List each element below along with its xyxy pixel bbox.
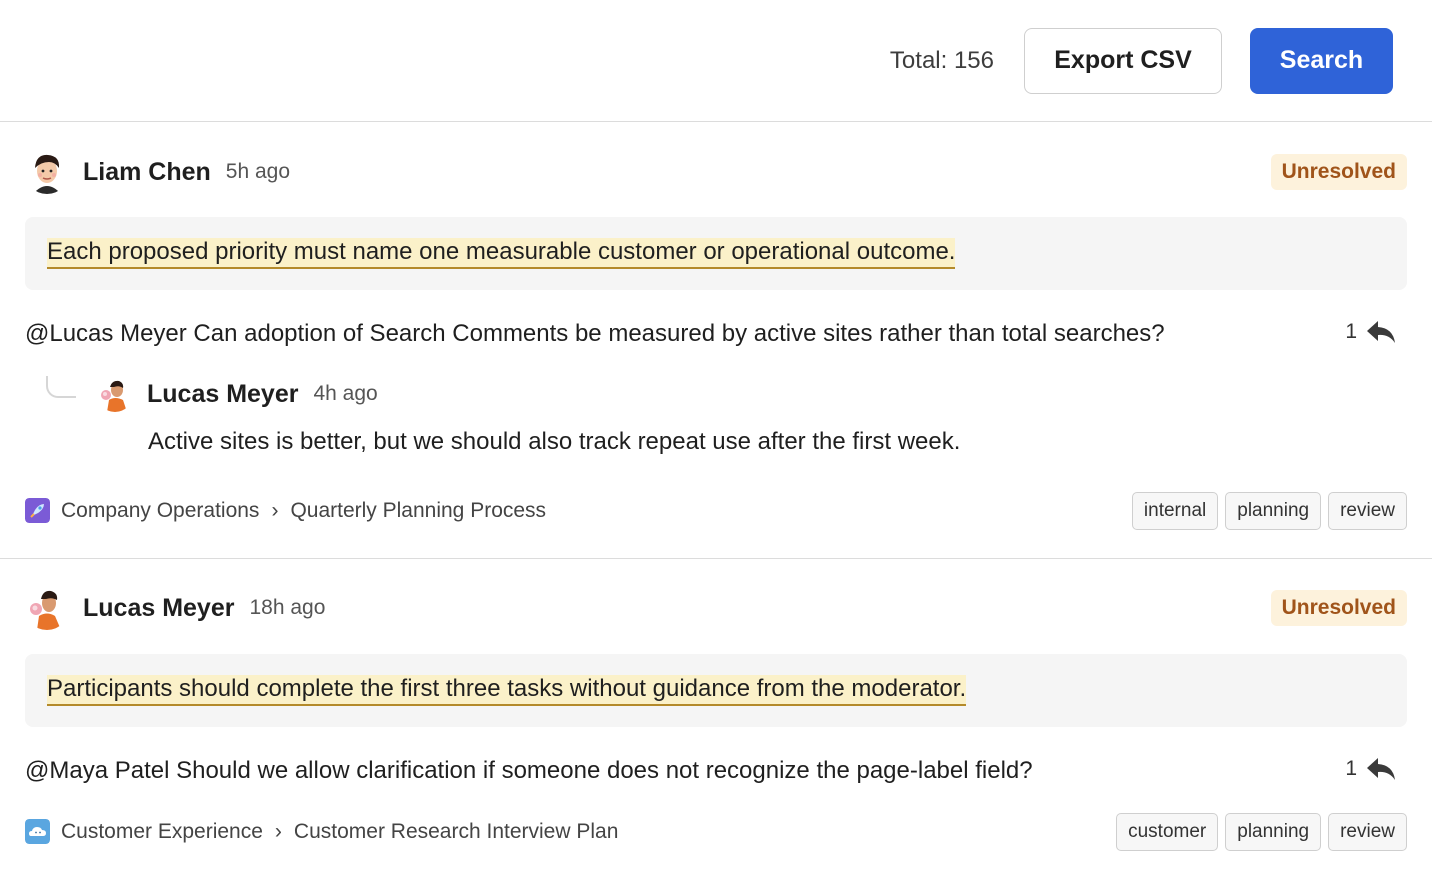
avatar [25,586,69,630]
comment-thread: Lucas Meyer 18h ago Unresolved Participa… [0,559,1432,877]
tag[interactable]: review [1328,812,1407,851]
author-name[interactable]: Liam Chen [83,158,211,187]
avatar [25,150,69,194]
quote-text: Participants should complete the first t… [47,675,967,706]
chevron-right-icon: › [271,498,279,522]
reply-text: Active sites is better, but we should al… [148,428,961,455]
reply-arrow-icon [1367,758,1395,780]
tag[interactable]: planning [1225,491,1322,530]
reply-timestamp: 4h ago [313,382,378,405]
reply-connector [46,376,76,398]
reply-count: 1 [1345,320,1357,343]
reply-author-name[interactable]: Lucas Meyer [147,380,298,409]
avatar [97,376,133,412]
author-name[interactable]: Lucas Meyer [83,594,234,623]
status-badge: Unresolved [1270,154,1407,190]
tag-list: internal planning review [1131,491,1407,530]
timestamp: 5h ago [225,160,291,183]
reply-count-button[interactable]: 1 [1345,319,1397,345]
comment-text: @Lucas Meyer Can adoption of Search Comm… [25,320,1165,347]
toolbar: Total: 156 Export CSV Search [0,0,1432,122]
quote-text: Each proposed priority must name one mea… [47,238,956,269]
breadcrumb-space[interactable]: Company Operations [61,499,259,523]
highlighted-quote[interactable]: Participants should complete the first t… [25,654,1407,727]
total-count: Total: 156 [889,46,994,74]
breadcrumb-page[interactable]: Quarterly Planning Process [290,499,546,523]
highlighted-quote[interactable]: Each proposed priority must name one mea… [25,217,1407,290]
search-button[interactable]: Search [1250,27,1393,94]
reply-count-button[interactable]: 1 [1345,756,1397,782]
status-badge: Unresolved [1270,590,1407,626]
tag[interactable]: review [1328,491,1407,530]
cloud-space-icon [25,819,50,844]
breadcrumb-page[interactable]: Customer Research Interview Plan [294,820,618,844]
reply-header: Lucas Meyer 4h ago [97,376,378,412]
thread-footer: Customer Experience › Customer Research … [25,812,1407,851]
export-csv-button[interactable]: Export CSV [1024,27,1222,94]
tag[interactable]: internal [1131,491,1219,530]
tag-list: customer planning review [1116,812,1407,851]
reply-count: 1 [1345,757,1357,780]
reply-arrow-icon [1367,321,1395,343]
comment-text: @Maya Patel Should we allow clarificatio… [25,757,1033,784]
tag[interactable]: customer [1116,812,1219,851]
chevron-right-icon: › [274,819,282,843]
comment-header: Liam Chen 5h ago Unresolved [25,150,1407,194]
timestamp: 18h ago [249,596,326,619]
thread-footer: Company Operations › Quarterly Planning … [25,491,1407,530]
tag[interactable]: planning [1225,812,1322,851]
comment-header: Lucas Meyer 18h ago Unresolved [25,586,1407,630]
rocket-space-icon [25,498,50,523]
comment-thread: Liam Chen 5h ago Unresolved Each propose… [0,122,1432,559]
breadcrumb-space[interactable]: Customer Experience [61,820,263,844]
